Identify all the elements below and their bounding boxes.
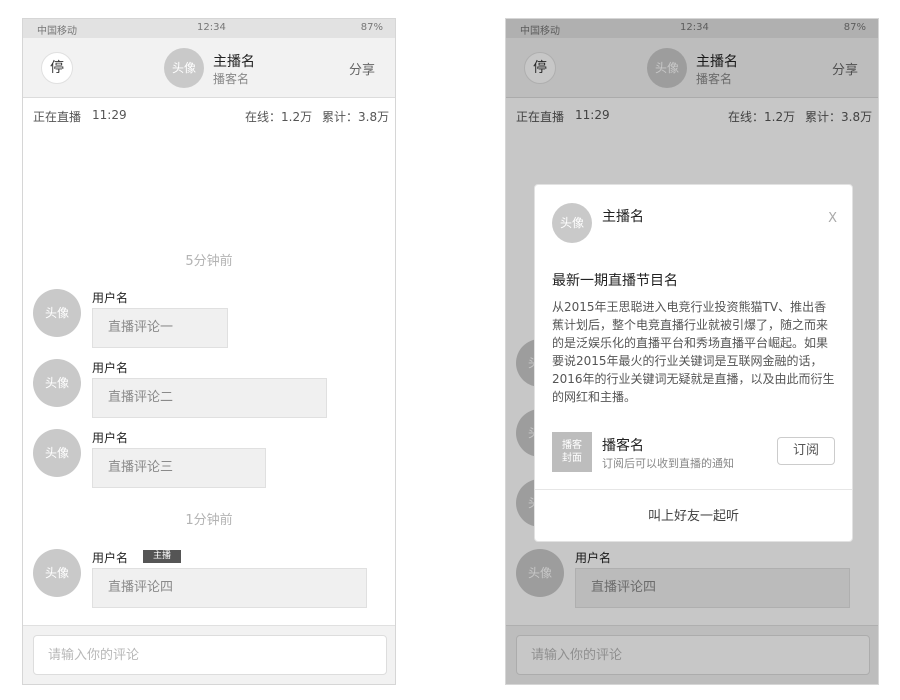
program-title: 最新一期直播节目名 bbox=[552, 273, 678, 289]
comment-username: 用户名 bbox=[92, 431, 129, 445]
program-description: 从2015年王思聪进入电竞行业投资熊猫TV、推出香蕉计划后，整个电竞直播行业就被… bbox=[552, 300, 835, 404]
podcast-cover: 播客 封面 bbox=[552, 432, 592, 472]
clock: 12:34 bbox=[197, 22, 226, 33]
comment-bubble: 直播评论三 bbox=[92, 448, 266, 488]
subscribe-button[interactable]: 订阅 bbox=[777, 437, 835, 465]
live-info-bar: 正在直播 11:29 在线：1.2万 累计：3.8万 bbox=[23, 108, 395, 126]
program-subscribe-modal: 头像 主播名 X 最新一期直播节目名 从2015年王思聪进入电竞行业投资熊猫TV… bbox=[534, 184, 853, 542]
share-button[interactable]: 分享 bbox=[349, 59, 375, 78]
modal-podcast-name: 播客名 bbox=[602, 438, 644, 454]
cover-label-line2: 封面 bbox=[562, 453, 582, 464]
comment-input-bar bbox=[23, 625, 395, 684]
comment-bubble: 直播评论一 bbox=[92, 308, 228, 348]
time-divider: 1分钟前 bbox=[185, 513, 233, 528]
cover-label-line1: 播客 bbox=[562, 440, 582, 451]
user-avatar[interactable]: 头像 bbox=[33, 549, 81, 597]
comment-username: 用户名 bbox=[92, 551, 129, 565]
comment-username: 用户名 bbox=[92, 361, 129, 375]
live-status: 正在直播 bbox=[33, 110, 82, 124]
close-icon[interactable]: X bbox=[828, 211, 837, 226]
invite-friends-button[interactable]: 叫上好友一起听 bbox=[535, 490, 852, 541]
comment-username: 用户名 bbox=[92, 291, 129, 305]
user-avatar[interactable]: 头像 bbox=[33, 429, 81, 477]
time-divider: 5分钟前 bbox=[185, 254, 233, 269]
modal-host-name: 主播名 bbox=[602, 209, 644, 225]
subscribe-note: 订阅后可以收到直播的通知 bbox=[602, 457, 734, 470]
battery-level: 87% bbox=[360, 22, 383, 33]
live-chat-screen: 中国移动 12:34 87% 停 头像 主播名 播客名 分享 正在直播 11:2… bbox=[22, 18, 396, 685]
host-name: 主播名 bbox=[213, 54, 255, 70]
user-avatar[interactable]: 头像 bbox=[33, 359, 81, 407]
live-elapsed-time: 11:29 bbox=[92, 108, 127, 122]
status-bar: 中国移动 12:34 87% bbox=[23, 19, 395, 38]
stop-button[interactable]: 停 bbox=[41, 52, 73, 84]
podcast-name: 播客名 bbox=[213, 72, 250, 86]
online-count: 在线：1.2万 bbox=[245, 110, 313, 124]
user-avatar[interactable]: 头像 bbox=[33, 289, 81, 337]
carrier-label: 中国移动 bbox=[37, 26, 77, 37]
live-chat-screen-with-modal: 中国移动 12:34 87% 停 头像 主播名 播客名 分享 正在直播 11:2… bbox=[505, 18, 879, 685]
host-avatar[interactable]: 头像 bbox=[164, 48, 204, 88]
comment-input[interactable] bbox=[33, 635, 387, 675]
live-header: 停 头像 主播名 播客名 分享 bbox=[23, 38, 395, 98]
host-avatar: 头像 bbox=[552, 203, 592, 243]
comment-bubble: 直播评论二 bbox=[92, 378, 327, 418]
host-badge: 主播 bbox=[143, 550, 181, 563]
total-count: 累计：3.8万 bbox=[322, 110, 390, 124]
comment-bubble: 直播评论四 bbox=[92, 568, 367, 608]
